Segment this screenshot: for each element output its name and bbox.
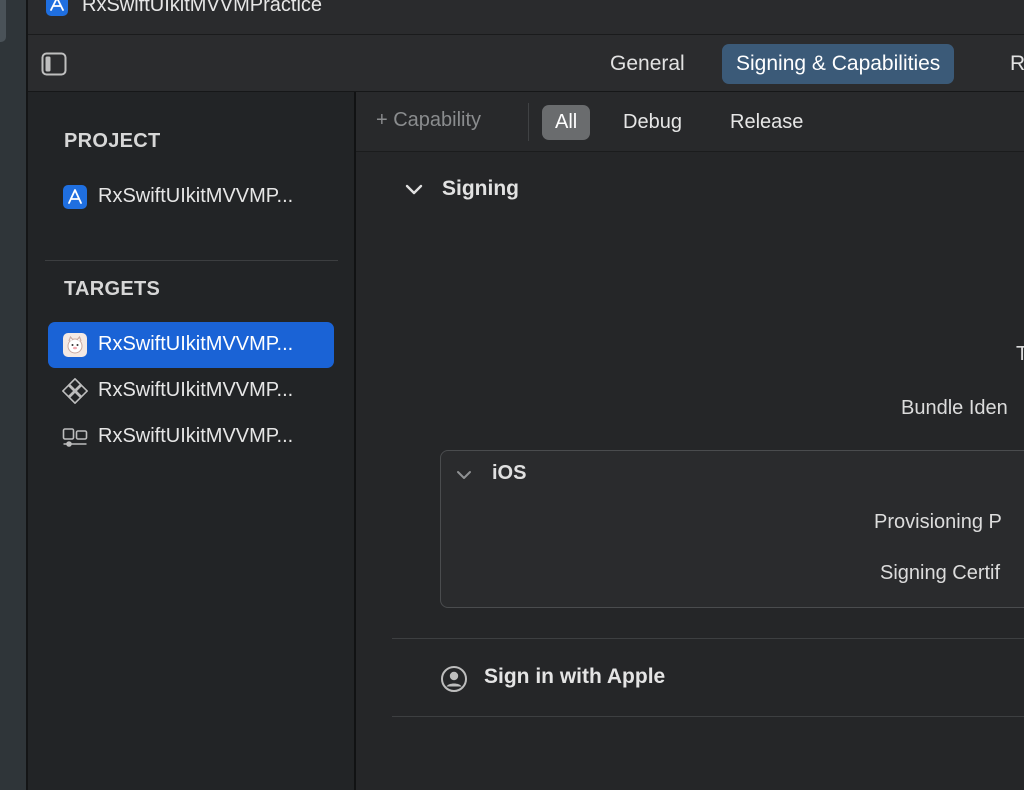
provisioning-profile-label: Provisioning P — [874, 511, 1002, 533]
person-circle-icon — [440, 665, 468, 693]
app-target-icon — [62, 332, 88, 358]
tab-signing-capabilities[interactable]: Signing & Capabilities — [722, 44, 955, 84]
targets-heading: TARGETS — [64, 278, 161, 300]
tab-general[interactable]: General — [596, 44, 699, 84]
edge-handle — [0, 0, 6, 42]
bundle-identifier-label: Bundle Iden — [901, 397, 1008, 419]
add-capability-button[interactable]: + Capability — [376, 109, 481, 132]
edge-strip — [0, 0, 26, 790]
chevron-down-icon[interactable] — [455, 466, 473, 484]
filter-release[interactable]: Release — [716, 105, 817, 140]
project-heading: PROJECT — [64, 130, 161, 152]
tab-resource[interactable]: R — [996, 44, 1024, 84]
ios-group-title: iOS — [492, 462, 527, 484]
section-divider — [392, 716, 1024, 717]
chevron-down-icon[interactable] — [404, 180, 424, 200]
app-store-icon — [46, 0, 68, 16]
window-title: RxSwiftUIkitMVVMPractice — [82, 0, 323, 16]
filter-debug[interactable]: Debug — [609, 105, 696, 140]
app-store-icon — [62, 184, 88, 210]
test-diamond-icon — [61, 377, 89, 405]
sidebar-item-target-tests[interactable]: RxSwiftUIkitMVVMP... — [48, 368, 334, 414]
signing-section-title: Signing — [442, 177, 519, 200]
sign-in-with-apple-title: Sign in with Apple — [484, 665, 666, 688]
filter-all[interactable]: All — [542, 105, 591, 140]
ui-test-icon — [62, 424, 88, 450]
team-label: T — [1016, 343, 1024, 365]
sidebar-item-label: RxSwiftUIkitMVVMP... — [98, 425, 294, 447]
sidebar-item-target-app[interactable]: RxSwiftUIkitMVVMP... — [48, 322, 334, 368]
section-divider — [392, 638, 1024, 639]
filter-separator — [528, 103, 529, 141]
signing-certificate-label: Signing Certif — [880, 562, 1001, 584]
sidebar-item-target-uitests[interactable]: RxSwiftUIkitMVVMP... — [48, 414, 334, 460]
sidebar-item-label: RxSwiftUIkitMVVMP... — [98, 379, 294, 401]
sidebar-item-project[interactable]: RxSwiftUIkitMVVMP... — [48, 174, 334, 220]
sidebar-toggle-icon[interactable] — [41, 51, 67, 77]
sidebar-item-label: RxSwiftUIkitMVVMP... — [98, 185, 294, 207]
sidebar-item-label: RxSwiftUIkitMVVMP... — [98, 333, 294, 355]
sidebar-separator — [45, 260, 338, 261]
